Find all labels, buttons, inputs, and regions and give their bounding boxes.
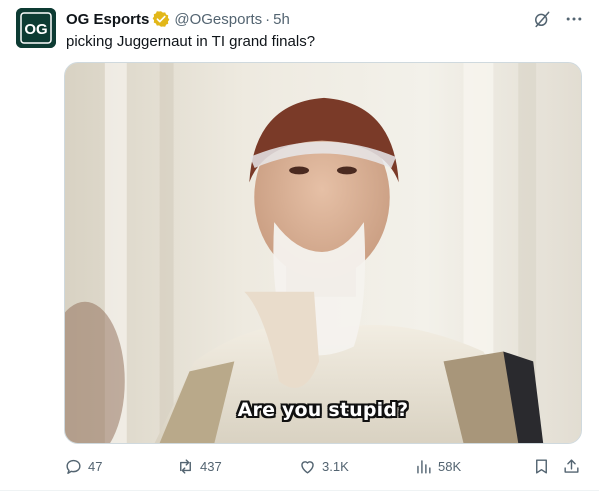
- og-logo-icon: OG: [16, 8, 56, 48]
- repost-button[interactable]: 437: [176, 452, 222, 480]
- author-handle[interactable]: @OGesports: [174, 11, 262, 28]
- share-button[interactable]: [562, 452, 581, 480]
- like-count: 3.1K: [322, 458, 349, 474]
- repost-count: 437: [200, 458, 222, 474]
- tweet-top-actions: [531, 8, 585, 30]
- repost-icon: [180, 458, 191, 474]
- reply-icon: [66, 459, 81, 474]
- author-name[interactable]: OG Esports: [66, 11, 149, 28]
- heart-icon: [301, 460, 314, 474]
- views-icon: [417, 459, 431, 474]
- tweet-actions: 47 437 3.1K 58K: [56, 452, 586, 480]
- separator-dot: ·: [265, 10, 271, 28]
- bookmark-icon: [536, 458, 547, 474]
- reply-button[interactable]: 47: [64, 452, 102, 480]
- tweet[interactable]: OG OG Esports @OGesports · 5h picking Ju…: [0, 0, 599, 491]
- more-icon[interactable]: [563, 8, 585, 30]
- bookmark-button[interactable]: [532, 452, 551, 480]
- tweet-text: picking Juggernaut in TI grand finals?: [66, 33, 316, 50]
- views-button[interactable]: 58K: [414, 452, 461, 480]
- meme-caption: Are you stupid?: [237, 399, 409, 421]
- verified-badge-icon: [152, 10, 170, 28]
- like-button[interactable]: 3.1K: [298, 452, 349, 480]
- grok-icon[interactable]: [531, 8, 553, 30]
- post-time[interactable]: 5h: [273, 11, 290, 28]
- meme-photo: [65, 63, 581, 443]
- views-count: 58K: [438, 458, 462, 474]
- avatar[interactable]: OG: [16, 8, 56, 48]
- svg-text:OG: OG: [24, 21, 47, 38]
- tweet-media-image[interactable]: Are you stupid?: [64, 62, 582, 444]
- share-icon: [564, 458, 579, 473]
- reply-count: 47: [88, 458, 103, 474]
- tweet-header: OG Esports @OGesports · 5h: [66, 9, 290, 29]
